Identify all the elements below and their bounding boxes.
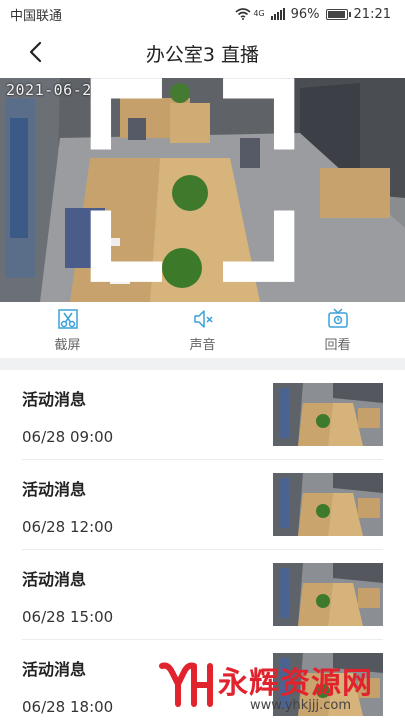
player-controls: 截屏 声音 回看	[0, 302, 405, 358]
sound-label: 声音	[189, 337, 216, 353]
office-snapshot-image	[273, 473, 383, 536]
expand-icon[interactable]	[0, 78, 395, 292]
screenshot-button[interactable]: 截屏	[0, 302, 135, 358]
live-video-player[interactable]: 2021-06-28 21:20	[0, 78, 405, 302]
battery-percent: 96%	[290, 6, 320, 22]
snapshot-thumbnail[interactable]	[273, 383, 383, 446]
snapshot-thumbnail[interactable]	[273, 473, 383, 536]
list-item[interactable]: 活动消息 06/28 12:00	[22, 460, 383, 550]
battery-icon	[325, 8, 351, 20]
back-button[interactable]	[24, 40, 48, 64]
network-type: 4G	[253, 8, 265, 18]
tv-playback-icon	[327, 307, 348, 328]
watermark-url: www.yhkjjj.com	[250, 698, 352, 713]
list-item[interactable]: 活动消息 06/28 15:00	[22, 550, 383, 640]
sound-button[interactable]: 声音	[135, 302, 270, 358]
page-title: 办公室3 直播	[145, 43, 260, 66]
status-bar: 中国联通 4G 96% 21:21	[0, 0, 405, 28]
status-indicators: 4G 96% 21:21	[235, 7, 391, 22]
snapshot-thumbnail[interactable]	[273, 563, 383, 626]
nav-bar: 办公室3 直播	[0, 28, 405, 78]
speaker-muted-icon	[193, 309, 213, 328]
yh-logo-icon	[159, 662, 213, 707]
message-title: 活动消息	[22, 660, 87, 679]
signal-icon	[270, 8, 285, 20]
message-time: 06/28 18:00	[22, 698, 114, 716]
site-watermark: 永辉资源网 www.yhkjjj.com	[158, 656, 403, 720]
section-divider	[0, 358, 405, 370]
office-snapshot-image	[273, 563, 383, 626]
playback-label: 回看	[324, 337, 351, 353]
carrier-label: 中国联通	[10, 8, 63, 24]
scissors-icon	[57, 308, 78, 329]
message-title: 活动消息	[22, 390, 87, 409]
wifi-icon	[235, 8, 251, 20]
watermark-brand: 永辉资源网	[218, 666, 373, 701]
playback-button[interactable]: 回看	[270, 302, 405, 358]
message-title: 活动消息	[22, 480, 87, 499]
chevron-left-icon	[29, 41, 42, 63]
list-item[interactable]: 活动消息 06/28 09:00	[22, 370, 383, 460]
office-snapshot-image	[273, 383, 383, 446]
message-time: 06/28 15:00	[22, 608, 114, 626]
message-title: 活动消息	[22, 570, 87, 589]
message-time: 06/28 09:00	[22, 428, 114, 446]
screenshot-label: 截屏	[54, 337, 81, 353]
message-time: 06/28 12:00	[22, 518, 114, 536]
clock: 21:21	[353, 6, 391, 22]
